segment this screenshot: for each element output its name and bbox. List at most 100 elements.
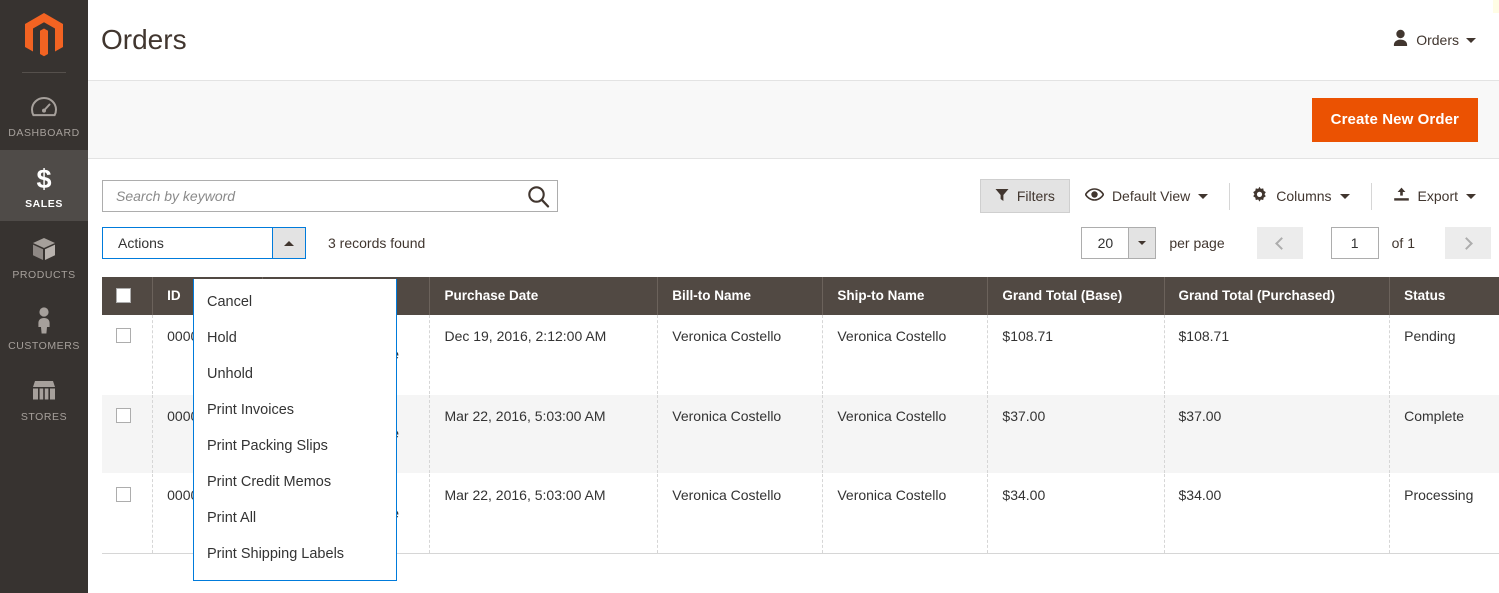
sidebar-item-label: DASHBOARD [8,127,80,139]
select-all-checkbox[interactable] [116,288,138,303]
store-icon [2,376,86,406]
row-status: Complete [1389,394,1499,474]
total-pages-label: of 1 [1391,235,1415,251]
menu-item-print-credit-memos[interactable]: Print Credit Memos [194,465,396,501]
column-header-grand-total-base[interactable]: Grand Total (Base) [987,277,1165,315]
row-grand-total-base: $108.71 [987,315,1165,395]
export-button[interactable]: Export [1378,179,1491,213]
box-icon [2,234,86,264]
sidebar-item-customers[interactable]: CUSTOMERS [0,292,88,363]
svg-text:$: $ [36,164,51,193]
grid-toolbar: Filters Default View [88,159,1499,219]
row-bill-to-name: Veronica Costello [657,473,824,554]
page-edge-strip [1493,0,1499,13]
mass-actions-dropdown-menu: Cancel Hold Unhold Print Invoices Print … [193,279,397,581]
row-purchase-date: Dec 19, 2016, 2:12:00 AM [429,315,659,395]
chevron-up-icon [284,240,294,246]
current-page-input[interactable] [1330,227,1379,259]
per-page-value: 20 [1097,235,1114,251]
chevron-right-icon [1460,236,1473,250]
page-title: Orders [101,24,187,55]
magento-logo[interactable] [0,0,88,72]
menu-item-print-all[interactable]: Print All [194,501,396,537]
row-grand-total-base: $34.00 [987,473,1165,554]
create-new-order-button[interactable]: Create New Order [1311,97,1478,142]
magento-logo-icon [25,13,63,57]
filters-label: Filters [1016,188,1055,204]
columns-button[interactable]: Columns [1236,179,1364,213]
mass-actions-select[interactable]: Actions [102,227,306,259]
toolbar-controls: Filters Default View Columns Export [979,179,1491,213]
pagination-controls: 20 per page of 1 [1081,227,1491,259]
sidebar-item-stores[interactable]: STORES [0,363,88,434]
menu-item-print-invoices[interactable]: Print Invoices [194,393,396,429]
column-header-status[interactable]: Status [1389,277,1499,315]
chevron-down-icon [1466,193,1476,199]
per-page-toggle[interactable] [1128,228,1156,258]
records-found-label: 3 records found [328,235,426,251]
sidebar-item-label: CUSTOMERS [8,340,80,352]
export-upload-icon [1393,187,1410,205]
eye-icon [1084,188,1105,204]
row-bill-to-name: Veronica Costello [657,394,824,474]
row-ship-to-name: Veronica Costello [822,394,989,474]
user-account-menu[interactable]: Orders [1390,25,1478,56]
column-header-bill-to-name[interactable]: Bill-to Name [657,277,824,315]
admin-page: DASHBOARD $ SALES PRODUCTS CUSTOMERS STO… [0,0,1499,593]
dashboard-icon [2,92,86,122]
chevron-down-icon [1198,193,1209,199]
page-header: Orders Orders [88,0,1499,80]
row-purchase-date: Mar 22, 2016, 5:03:00 AM [429,394,659,474]
row-status: Pending [1389,315,1499,395]
page-actions-bar: Create New Order [88,80,1499,159]
search-icon[interactable] [525,183,552,210]
funnel-icon [995,188,1009,205]
menu-item-print-shipping-labels[interactable]: Print Shipping Labels [194,537,396,573]
previous-page-button[interactable] [1256,227,1303,259]
chevron-left-icon [1274,236,1288,250]
next-page-button[interactable] [1445,227,1491,259]
sidebar-item-products[interactable]: PRODUCTS [0,221,88,292]
chevron-down-icon [1138,241,1147,245]
column-header-grand-total-purchased[interactable]: Grand Total (Purchased) [1164,277,1391,315]
column-header-select[interactable] [102,277,154,315]
chevron-down-icon [1466,37,1476,43]
filters-button[interactable]: Filters [979,179,1070,213]
column-header-ship-to-name[interactable]: Ship-to Name [822,277,989,315]
menu-item-print-packing-slips[interactable]: Print Packing Slips [194,429,396,465]
row-grand-total-purchased: $34.00 [1164,473,1391,554]
row-grand-total-base: $37.00 [987,394,1165,474]
columns-label: Columns [1276,188,1332,204]
per-page-select[interactable]: 20 [1081,227,1157,259]
checkbox-icon[interactable] [116,328,131,343]
row-grand-total-purchased: $108.71 [1164,315,1391,395]
default-view-button[interactable]: Default View [1070,179,1223,213]
search-input[interactable] [102,180,558,212]
row-purchase-date: Mar 22, 2016, 5:03:00 AM [429,473,659,554]
user-menu-label: Orders [1416,32,1459,48]
menu-item-unhold[interactable]: Unhold [194,357,396,393]
row-select-cell[interactable] [102,315,154,395]
row-select-cell[interactable] [102,394,154,474]
row-ship-to-name: Veronica Costello [822,473,989,554]
row-ship-to-name: Veronica Costello [822,315,989,395]
checkbox-icon[interactable] [116,407,131,423]
sidebar-item-dashboard[interactable]: DASHBOARD [0,79,88,150]
search-box [102,180,558,212]
export-label: Export [1417,188,1458,204]
person-icon [1392,29,1409,52]
column-header-purchase-date[interactable]: Purchase Date [429,277,659,315]
actions-left-group: Actions 3 records found [102,227,425,259]
menu-item-hold[interactable]: Hold [194,321,396,357]
checkbox-icon[interactable] [116,487,131,502]
sidebar-item-sales[interactable]: $ SALES [0,150,88,221]
gear-icon [1251,186,1268,206]
dollar-icon: $ [2,163,86,193]
toolbar-divider [1370,182,1372,210]
checkbox-icon[interactable] [116,288,131,303]
mass-actions-toggle[interactable] [272,228,305,258]
sidebar-divider [22,72,66,73]
sidebar-item-label: SALES [25,198,63,210]
row-select-cell[interactable] [102,473,154,554]
menu-item-cancel[interactable]: Cancel [194,285,396,321]
